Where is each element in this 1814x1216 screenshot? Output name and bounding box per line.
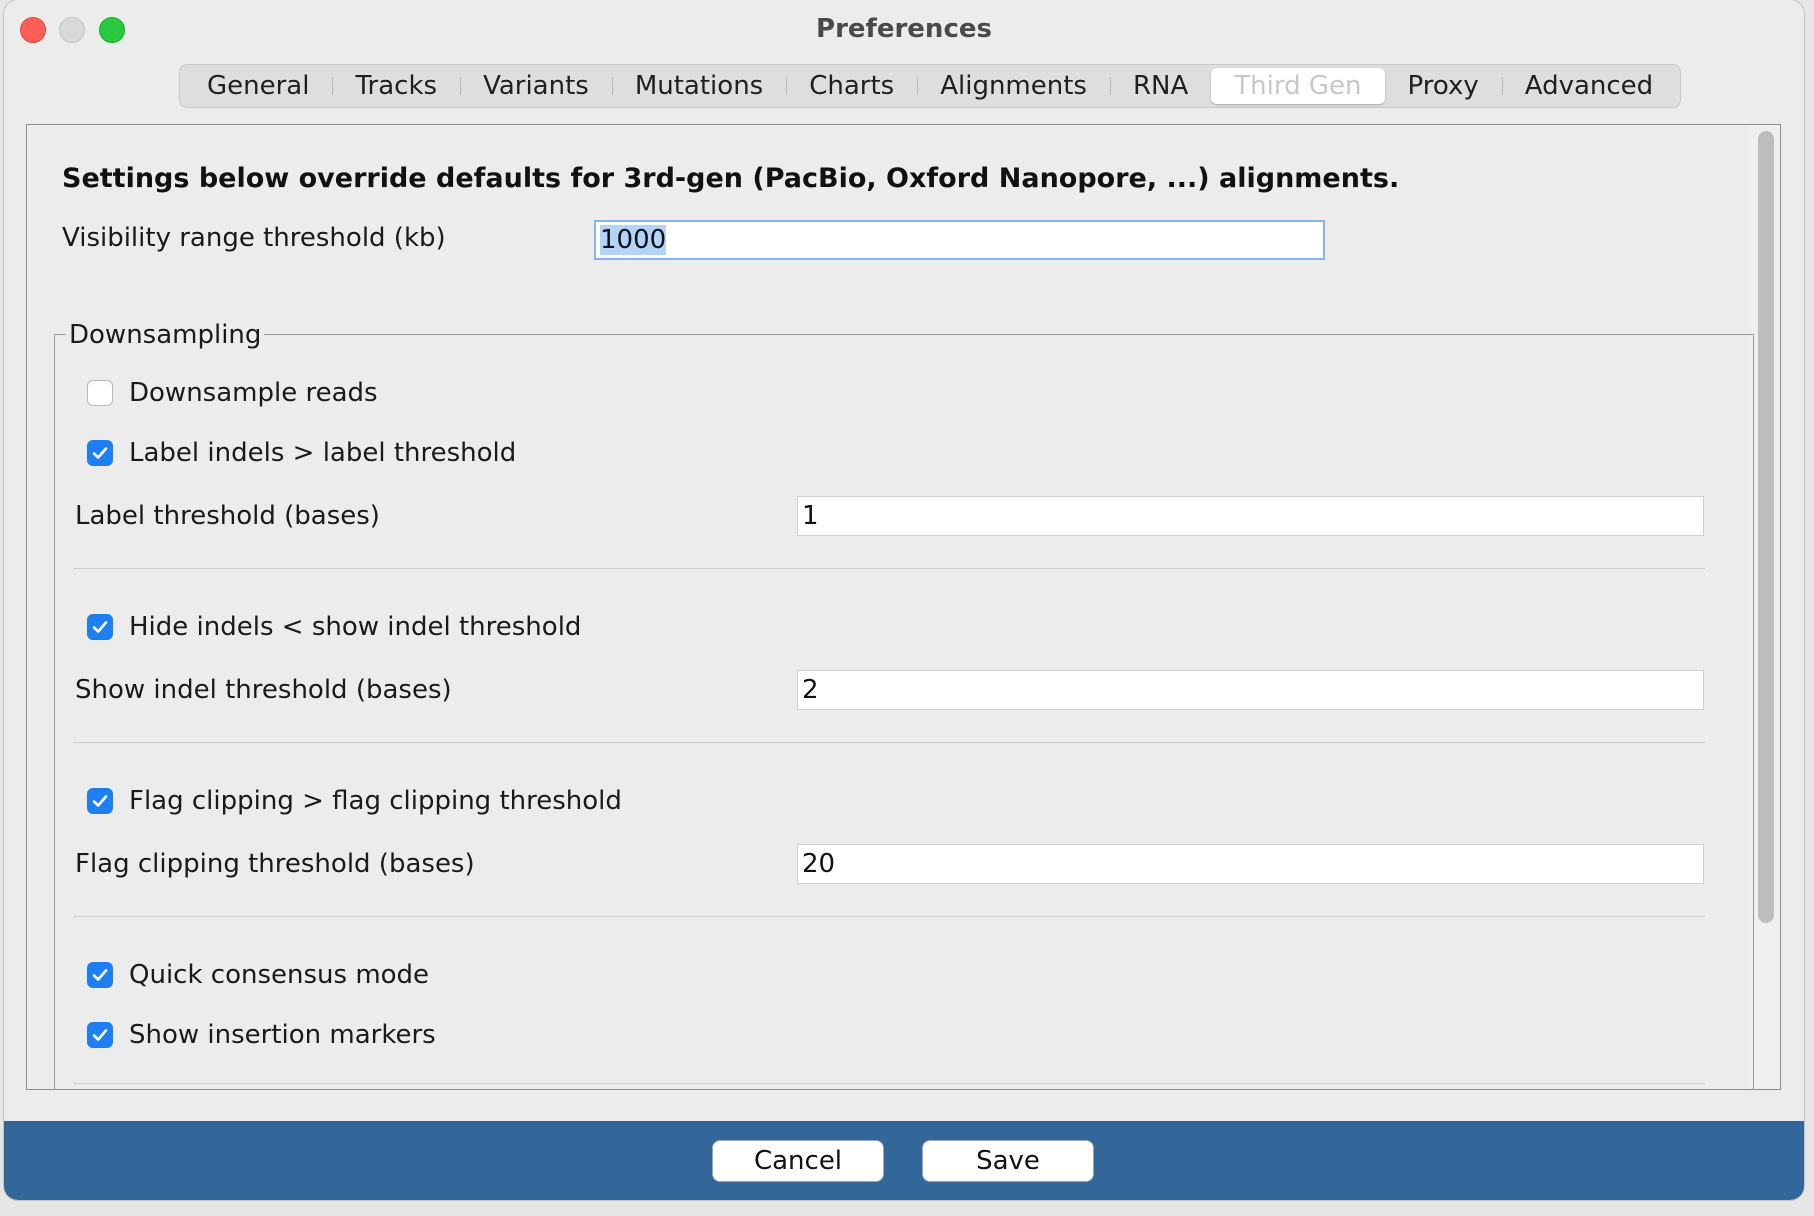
quick-consensus-checkbox[interactable] — [87, 962, 113, 988]
tab-tracks[interactable]: Tracks — [332, 68, 460, 104]
label-indels-label: Label indels > label threshold — [129, 438, 517, 468]
tab-mutations[interactable]: Mutations — [611, 68, 786, 104]
checkmark-icon — [92, 447, 108, 459]
tab-third-gen[interactable]: Third Gen — [1211, 68, 1385, 104]
panel-heading: Settings below override defaults for 3rd… — [62, 163, 1400, 194]
title-bar: Preferences — [4, 0, 1804, 58]
checkmark-icon — [92, 795, 108, 807]
third-gen-settings-panel: Settings below override defaults for 3rd… — [26, 124, 1781, 1090]
show-indel-threshold-label: Show indel threshold (bases) — [75, 675, 452, 705]
downsample-reads-checkbox[interactable] — [87, 380, 113, 406]
label-threshold-input[interactable]: 1 — [797, 496, 1704, 536]
flag-clipping-checkbox[interactable] — [87, 788, 113, 814]
checkmark-icon — [92, 969, 108, 981]
save-button[interactable]: Save — [922, 1140, 1094, 1182]
visibility-range-input[interactable]: 1000 — [594, 220, 1325, 260]
tab-rna[interactable]: RNA — [1109, 68, 1211, 104]
hide-indels-label: Hide indels < show indel threshold — [129, 612, 582, 642]
tab-strip: General Tracks Variants Mutations Charts… — [179, 64, 1682, 108]
flag-clipping-threshold-input[interactable]: 20 — [797, 844, 1704, 884]
cancel-button[interactable]: Cancel — [712, 1140, 884, 1182]
tab-general[interactable]: General — [184, 68, 332, 104]
label-threshold-label: Label threshold (bases) — [75, 501, 380, 531]
downsampling-group-title: Downsampling — [66, 320, 265, 350]
show-insertion-markers-checkbox[interactable] — [87, 1022, 113, 1048]
preferences-window: Preferences General Tracks Variants Muta… — [4, 0, 1804, 1200]
checkmark-icon — [92, 1029, 108, 1041]
tab-charts[interactable]: Charts — [786, 68, 917, 104]
quick-consensus-label: Quick consensus mode — [129, 960, 430, 990]
window-title: Preferences — [816, 14, 992, 44]
separator — [73, 742, 1705, 743]
show-insertion-markers-label: Show insertion markers — [129, 1020, 436, 1050]
flag-clipping-threshold-label: Flag clipping threshold (bases) — [75, 849, 475, 879]
separator — [73, 916, 1705, 917]
checkmark-icon — [92, 621, 108, 633]
tab-advanced[interactable]: Advanced — [1501, 68, 1676, 104]
visibility-range-value: 1000 — [600, 225, 667, 255]
visibility-range-label: Visibility range threshold (kb) — [62, 223, 446, 253]
separator — [73, 1083, 1705, 1084]
dialog-footer: Cancel Save — [4, 1121, 1804, 1200]
separator — [73, 568, 1705, 569]
flag-clipping-label: Flag clipping > flag clipping threshold — [129, 786, 622, 816]
downsample-reads-label: Downsample reads — [129, 378, 378, 408]
hide-indels-checkbox[interactable] — [87, 614, 113, 640]
scrollbar-thumb[interactable] — [1758, 131, 1774, 923]
tab-variants[interactable]: Variants — [460, 68, 612, 104]
tab-alignments[interactable]: Alignments — [917, 68, 1110, 104]
show-indel-threshold-input[interactable]: 2 — [797, 670, 1704, 710]
label-indels-checkbox[interactable] — [87, 440, 113, 466]
tab-proxy[interactable]: Proxy — [1385, 68, 1502, 104]
